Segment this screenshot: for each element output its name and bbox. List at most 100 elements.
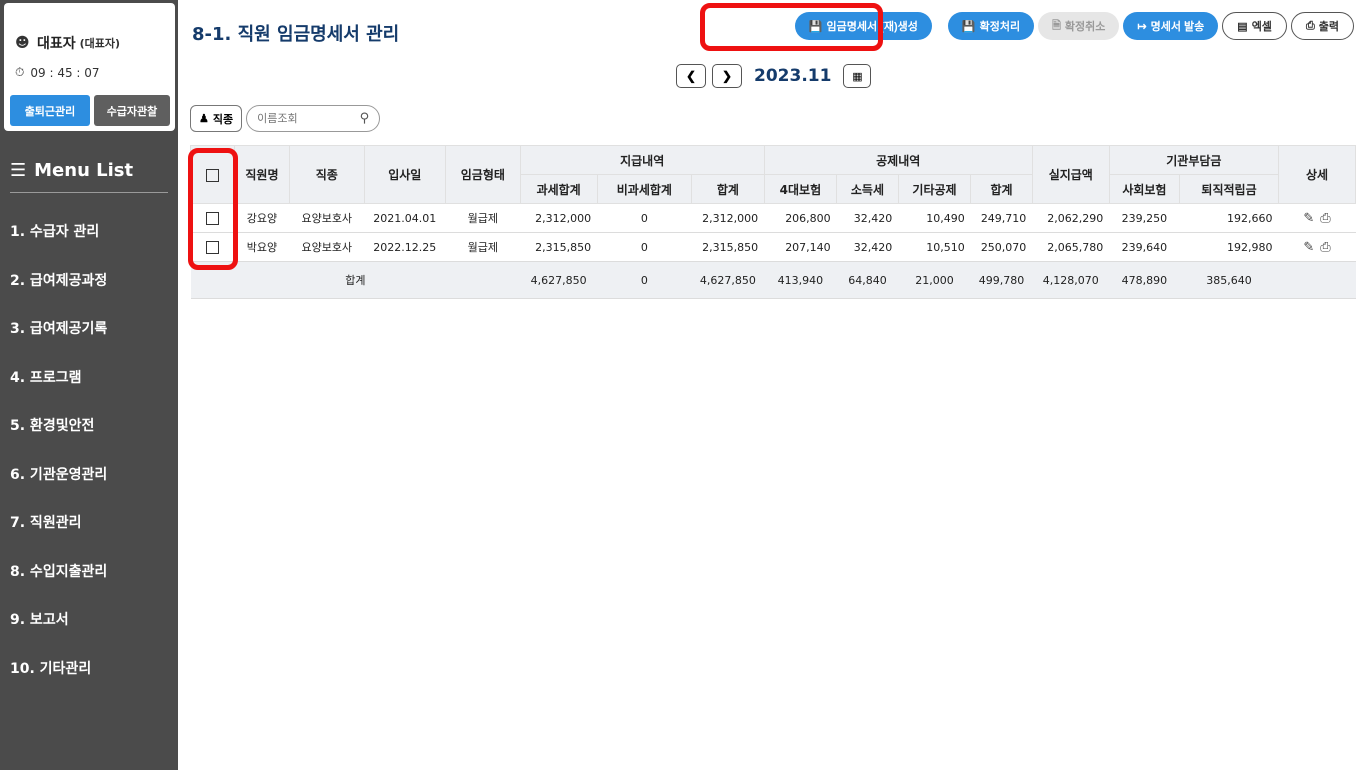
col-group-institution: 기관부담금: [1108, 145, 1279, 175]
cell-other-deduction: 10,510: [898, 232, 971, 262]
recipient-watch-button[interactable]: 수급자관찰: [94, 95, 170, 126]
cell-pay-total: 2,312,000: [691, 203, 765, 233]
menu-item-institution[interactable]: 6. 기관운영관리: [10, 451, 170, 500]
header-row-1: 직원명 직종 입사일 임금형태 지급내역 공제내역 실지급액 기관부담금 상세: [190, 145, 1357, 204]
user-info: ☻ 대표자 (대표자): [15, 33, 120, 53]
sidebar: ☻ 대표자 (대표자) ⏱ 09 : 45 : 07 출퇴근관리 수급자관찰 ☰…: [0, 0, 178, 770]
print-button[interactable]: ⎙ 출력: [1290, 12, 1354, 40]
table-row[interactable]: 강요양 요양보호사 2021.04.01 월급제 2,312,000 0 2,3…: [190, 203, 1356, 233]
cell-net-pay: 2,062,290: [1032, 203, 1110, 233]
table-row[interactable]: 박요양 요양보호사 2022.12.25 월급제 2,315,850 0 2,3…: [190, 232, 1356, 262]
cell-name: 강요양: [234, 203, 290, 233]
cell-job: 요양보호사: [289, 232, 365, 262]
stopwatch-icon: ⏱: [15, 65, 25, 79]
edit-icon[interactable]: ✎: [1303, 211, 1314, 226]
menu-item-environment-safety[interactable]: 5. 환경및안전: [10, 402, 170, 451]
cell-name: 박요양: [234, 232, 290, 262]
menu-list: 1. 수급자 관리 2. 급여제공과정 3. 급여제공기록 4. 프로그램 5.…: [10, 208, 170, 693]
calendar-button[interactable]: ▦: [843, 64, 872, 88]
col-wage-type: 임금형태: [444, 145, 521, 204]
cell-wage-type: 월급제: [445, 203, 521, 233]
excel-label: 엑셀: [1251, 21, 1272, 33]
print-label: 출력: [1318, 21, 1339, 33]
attendance-button[interactable]: 출퇴근관리: [10, 95, 90, 126]
col-group-payment: 지급내역: [519, 145, 765, 175]
cell-income-tax: 32,420: [836, 232, 899, 262]
printer-icon[interactable]: ⎙: [1320, 211, 1330, 226]
col-nontaxable: 비과세합계: [596, 174, 693, 204]
cancel-confirm-label: 확정취소: [1064, 21, 1106, 33]
sum-net-pay: 4,128,070: [1032, 261, 1110, 299]
col-job: 직종: [288, 145, 365, 204]
sum-nontaxable: 0: [597, 261, 692, 299]
cell-other-deduction: 10,490: [898, 203, 971, 233]
col-name: 직원명: [233, 145, 290, 204]
month-navigator: ❮ ❯ 2023.11 ▦: [676, 64, 872, 88]
confirm-label: 확정처리: [979, 21, 1021, 33]
cell-deduction-total: 250,070: [970, 232, 1033, 262]
job-filter-button[interactable]: ♟ 직종: [190, 105, 243, 132]
col-deduction-total: 합계: [970, 174, 1033, 204]
cell-retirement: 192,660: [1179, 203, 1279, 233]
prev-month-button[interactable]: ❮: [676, 64, 706, 88]
menu-item-staff[interactable]: 7. 직원관리: [10, 499, 170, 548]
page-title: 8-1. 직원 임금명세서 관리: [192, 24, 400, 45]
user-name: 대표자: [37, 36, 76, 52]
col-detail: 상세: [1277, 145, 1357, 204]
chevron-left-icon: ❮: [685, 69, 697, 83]
sum-insurance: 413,940: [764, 261, 837, 299]
payslip-table: 직원명 직종 입사일 임금형태 지급내역 공제내역 실지급액 기관부담금 상세 …: [190, 145, 1357, 299]
search-box: ⚲: [246, 105, 381, 132]
cancel-confirm-button[interactable]: 🗎 확정취소: [1038, 12, 1120, 40]
cell-pay-total: 2,315,850: [691, 232, 765, 262]
col-retirement: 퇴직적립금: [1179, 174, 1279, 204]
excel-icon: ▤: [1237, 20, 1248, 33]
cell-job: 요양보호사: [289, 203, 365, 233]
sum-label: 합계: [190, 261, 521, 299]
cell-retirement: 192,980: [1179, 232, 1279, 262]
menu-item-income-expense[interactable]: 8. 수입지출관리: [10, 548, 170, 597]
cell-hire-date: 2021.04.01: [364, 203, 446, 233]
menu-item-benefit-process[interactable]: 2. 급여제공과정: [10, 257, 170, 306]
cell-detail: ✎ ⎙: [1278, 203, 1356, 233]
highlight-regenerate: [700, 3, 883, 51]
menu-item-recipient[interactable]: 1. 수급자 관리: [10, 208, 170, 257]
sum-other-deduction: 21,000: [898, 261, 971, 299]
col-income-tax: 소득세: [836, 174, 899, 204]
name-search-input[interactable]: [257, 112, 348, 125]
col-pay-total: 합계: [691, 174, 765, 204]
next-month-button[interactable]: ❯: [712, 64, 742, 88]
cell-insurance: 207,140: [764, 232, 837, 262]
confirm-button[interactable]: 💾 확정처리: [947, 12, 1035, 40]
edit-icon[interactable]: ✎: [1303, 240, 1314, 255]
sum-social-insurance: 478,890: [1109, 261, 1180, 299]
printer-icon[interactable]: ⎙: [1320, 240, 1330, 255]
menu-header: ☰ Menu List: [10, 160, 168, 193]
search-icon[interactable]: ⚲: [360, 111, 370, 126]
cell-nontaxable: 0: [597, 203, 692, 233]
excel-button[interactable]: ▤ 엑셀: [1222, 12, 1287, 40]
cell-hire-date: 2022.12.25: [364, 232, 446, 262]
cell-wage-type: 월급제: [445, 232, 521, 262]
job-filter-label: 직종: [212, 113, 234, 126]
send-payslip-button[interactable]: ↦ 명세서 발송: [1123, 12, 1219, 40]
file-icon: 🗎: [1052, 19, 1061, 32]
highlight-checkboxes: [188, 148, 238, 270]
app-root: ☻ 대표자 (대표자) ⏱ 09 : 45 : 07 출퇴근관리 수급자관찰 ☰…: [0, 0, 1358, 770]
cell-deduction-total: 249,710: [970, 203, 1033, 233]
col-other-deduction: 기타공제: [897, 174, 972, 204]
menu-item-program[interactable]: 4. 프로그램: [10, 354, 170, 403]
col-net-pay: 실지급액: [1031, 145, 1110, 204]
cell-nontaxable: 0: [597, 232, 692, 262]
menu-item-report[interactable]: 9. 보고서: [10, 596, 170, 645]
send-label: 명세서 발송: [1150, 21, 1205, 33]
sum-detail: [1278, 261, 1356, 299]
save-icon: 💾: [961, 20, 976, 33]
menu-item-etc[interactable]: 10. 기타관리: [10, 645, 170, 694]
cell-insurance: 206,800: [764, 203, 837, 233]
col-group-deduction: 공제내역: [763, 145, 1033, 175]
cell-social-insurance: 239,640: [1109, 232, 1180, 262]
col-insurance: 4대보험: [763, 174, 838, 204]
menu-item-benefit-record[interactable]: 3. 급여제공기록: [10, 305, 170, 354]
sum-income-tax: 64,840: [836, 261, 899, 299]
